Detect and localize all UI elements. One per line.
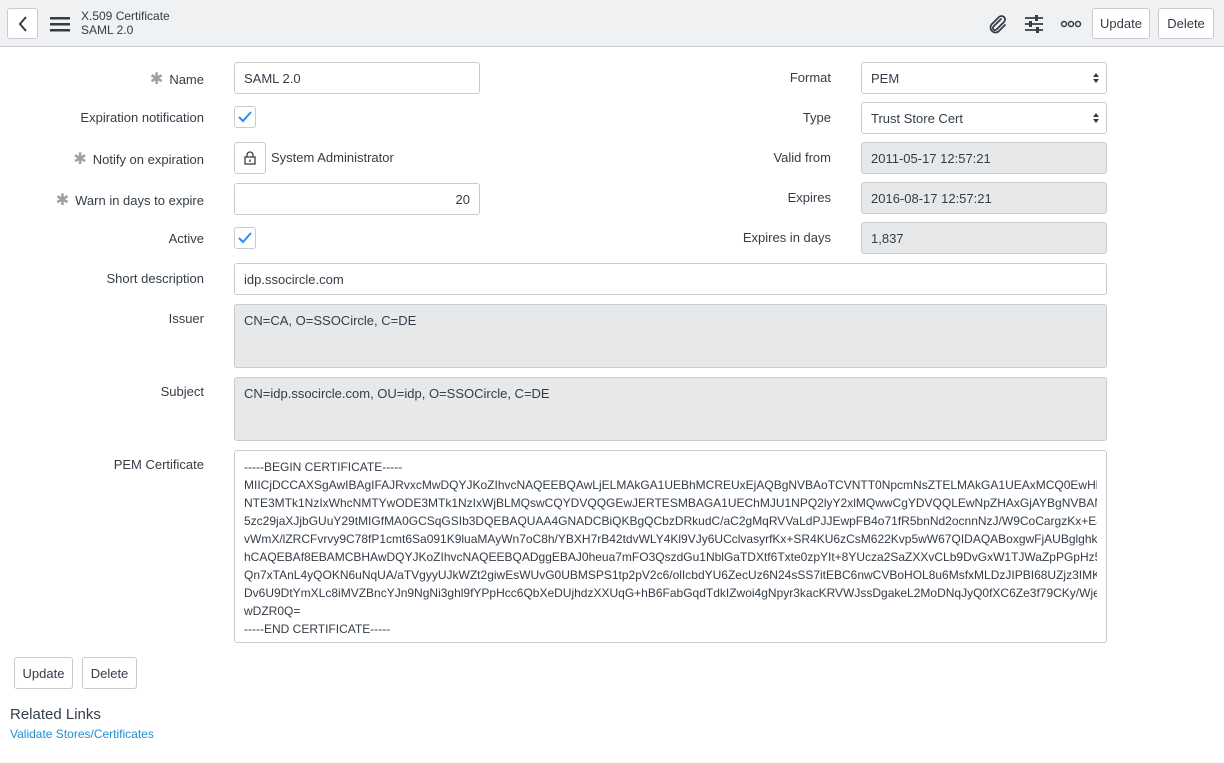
pem-line: -----END CERTIFICATE----- — [244, 622, 391, 636]
short-description-label: Short description — [106, 271, 204, 286]
type-label: Type — [802, 110, 831, 125]
issuer-field: CN=CA, O=SSOCircle, C=DE — [234, 304, 1107, 368]
name-label: ✱ Name — [149, 71, 204, 88]
pem-line: wDZR0Q= — [244, 604, 301, 618]
checkmark-icon — [238, 232, 252, 244]
mandatory-asterisk-icon: ✱ — [149, 71, 164, 88]
notify-on-expiration-label: ✱ Notify on expiration — [73, 151, 204, 168]
select-arrows-icon — [1093, 113, 1099, 123]
form-title-table: X.509 Certificate — [81, 9, 170, 23]
pem-line: -----BEGIN CERTIFICATE----- — [244, 460, 403, 474]
active-label: Active — [168, 231, 204, 246]
back-button[interactable] — [7, 8, 38, 39]
notify-on-expiration-value: System Administrator — [271, 150, 394, 165]
pem-certificate-label: PEM Certificate — [113, 457, 204, 472]
expires-field: 2016-08-17 12:57:21 — [861, 182, 1107, 214]
short-description-input[interactable] — [234, 263, 1107, 295]
header-delete-button[interactable]: Delete — [1158, 8, 1214, 39]
header-update-button[interactable]: Update — [1092, 8, 1150, 39]
valid-from-label: Valid from — [773, 150, 831, 165]
subject-label: Subject — [160, 384, 204, 399]
expires-in-days-field: 1,837 — [861, 222, 1107, 254]
pem-line: NTE3MTk1NzIxWhcNMTYwODE3MTk1NzIxWjBLMQsw… — [244, 496, 1097, 510]
more-options-icon[interactable] — [1059, 12, 1083, 36]
pem-line: hCAQEBAf8EBAMCBHAwDQYJKoZIhvcNAQEEBQADgg… — [244, 550, 1097, 564]
issuer-label: Issuer — [168, 311, 204, 326]
footer-delete-button[interactable]: Delete — [82, 657, 137, 689]
type-select[interactable]: Trust Store Cert — [861, 102, 1107, 134]
checkmark-icon — [238, 111, 252, 123]
select-arrows-icon — [1093, 73, 1099, 83]
warn-in-days-input[interactable] — [234, 183, 480, 215]
validate-stores-link[interactable]: Validate Stores/Certificates — [10, 727, 154, 741]
expiration-notification-checkbox[interactable] — [234, 106, 256, 128]
pem-line: Qn7xTAnL4yQOKN6uNqUA/aTVgyyUJkWZt2giwEsW… — [244, 568, 1097, 582]
format-select-value: PEM — [871, 70, 900, 86]
subject-field: CN=idp.ssocircle.com, OU=idp, O=SSOCircl… — [234, 377, 1107, 441]
pem-line: 5zc29jaXJjbGUuY29tMIGfMA0GCSqGSIb3DQEBAQ… — [244, 514, 1097, 528]
valid-from-field: 2011-05-17 12:57:21 — [861, 142, 1107, 174]
pem-line: vWmX/lZRCFvrvy9C78fP1cmt6Sa091K9luaMAyWn… — [244, 532, 1097, 546]
expires-in-days-label: Expires in days — [742, 230, 831, 245]
lock-icon — [244, 151, 256, 165]
chevron-left-icon — [18, 15, 27, 32]
form-title-record: SAML 2.0 — [81, 23, 134, 37]
hamburger-menu-icon[interactable] — [49, 13, 71, 35]
footer-update-button[interactable]: Update — [14, 657, 73, 689]
name-input[interactable] — [234, 62, 480, 94]
form-header: X.509 Certificate SAML 2.0 Update Delete — [0, 0, 1224, 47]
pem-line: Dv6U9DtYmXLc8iMVZBncYJn9NgNi3ghl9fYPpHcc… — [244, 586, 1097, 600]
format-select[interactable]: PEM — [861, 62, 1107, 94]
mandatory-asterisk-icon: ✱ — [55, 192, 70, 209]
paperclip-icon[interactable] — [985, 12, 1009, 36]
mandatory-asterisk-icon: ✱ — [73, 151, 87, 168]
unlock-field-button[interactable] — [234, 142, 266, 174]
form-title: X.509 Certificate SAML 2.0 — [81, 9, 170, 37]
type-select-value: Trust Store Cert — [871, 110, 963, 126]
expires-label: Expires — [787, 190, 831, 205]
warn-in-days-label: ✱ Warn in days to expire — [55, 192, 204, 209]
pem-certificate-textarea[interactable]: -----BEGIN CERTIFICATE----- MIICjDCCAXSg… — [234, 450, 1107, 643]
format-label: Format — [789, 70, 831, 85]
related-links-heading: Related Links — [10, 706, 101, 723]
active-checkbox[interactable] — [234, 227, 256, 249]
expiration-notification-label: Expiration notification — [80, 110, 204, 125]
personalize-sliders-icon[interactable] — [1022, 12, 1046, 36]
pem-line: MIICjDCCAXSgAwIBAgIFAJRvxcMwDQYJKoZIhvcN… — [244, 478, 1097, 492]
